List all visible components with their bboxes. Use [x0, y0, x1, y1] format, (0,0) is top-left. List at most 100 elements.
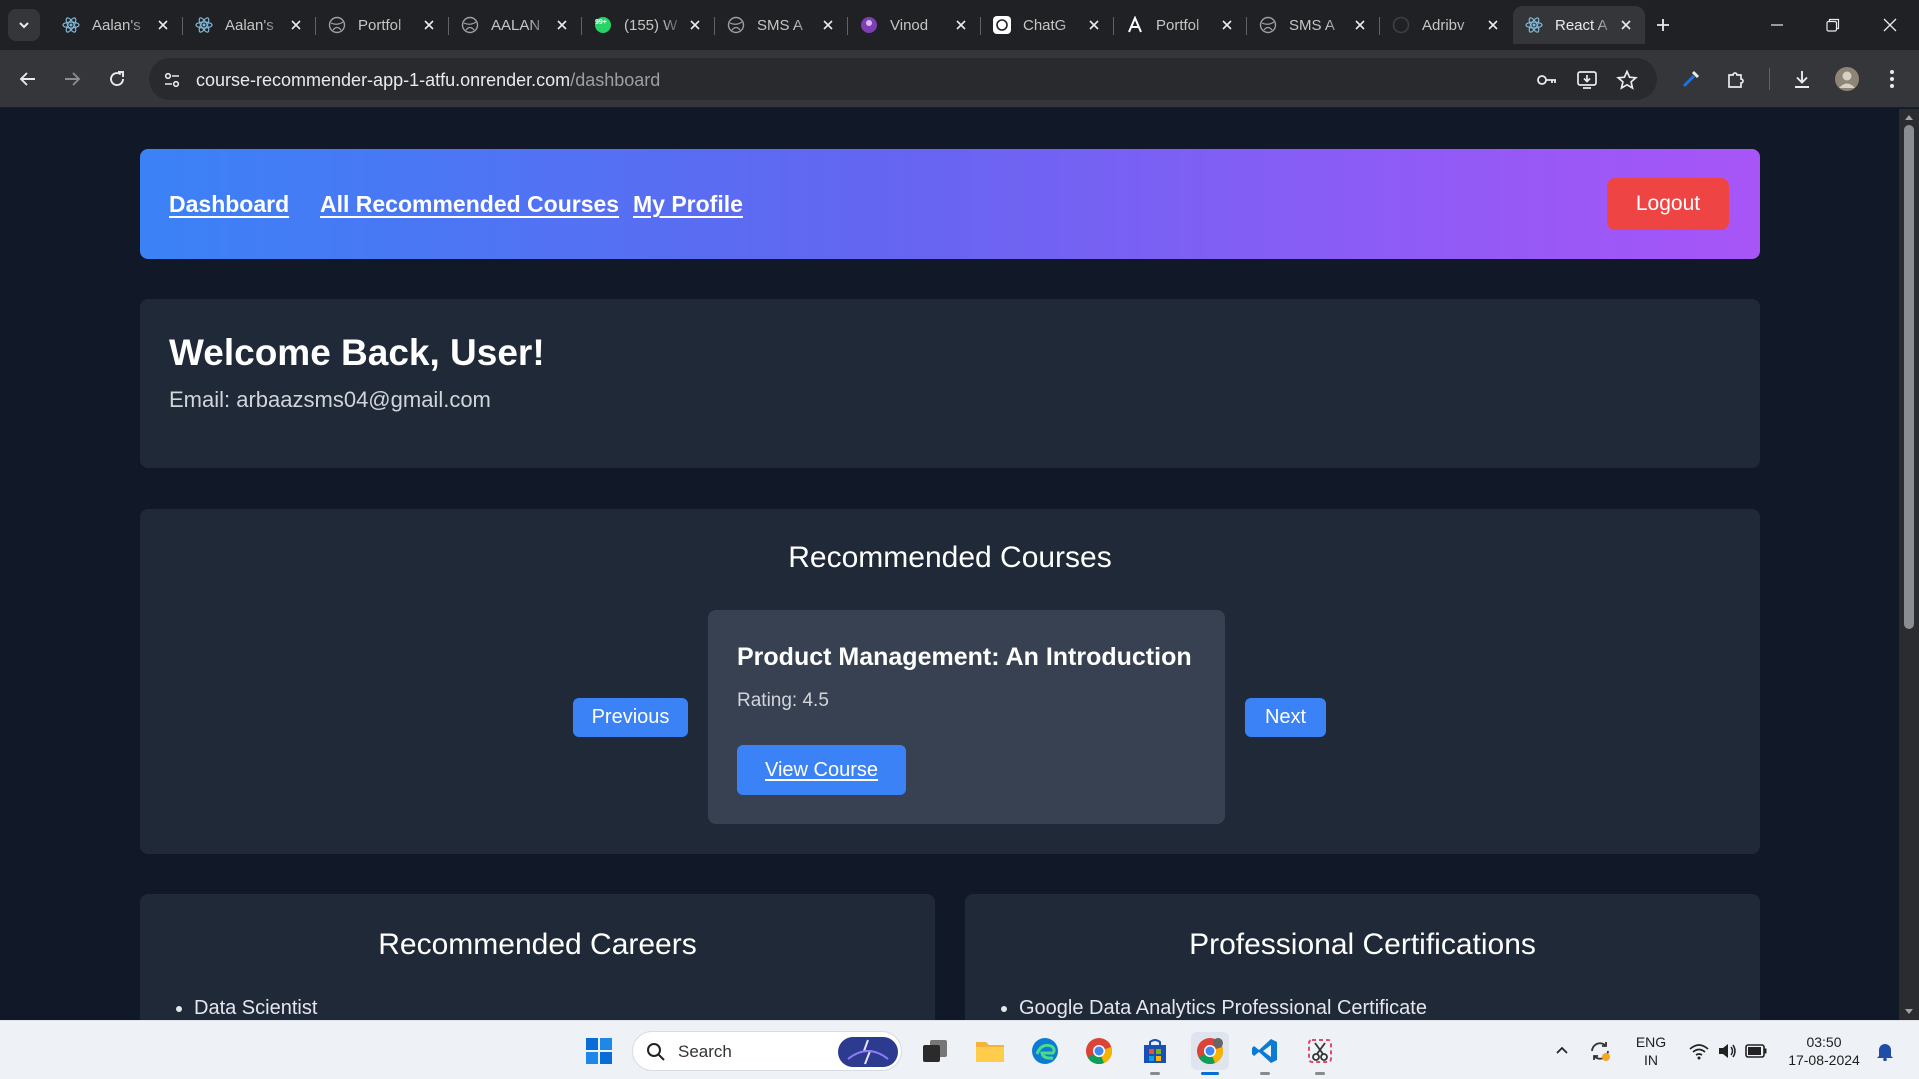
chrome-profile-button-active[interactable] — [1191, 1032, 1229, 1075]
tab-10[interactable]: Adribv — [1380, 6, 1512, 44]
close-icon[interactable] — [686, 16, 704, 34]
eyedropper-extension-button[interactable] — [1677, 65, 1705, 93]
close-icon[interactable] — [952, 16, 970, 34]
extensions-button[interactable] — [1722, 65, 1750, 93]
taskbar-search-label: Search — [678, 1042, 732, 1061]
list-item: Google Data Analytics Professional Certi… — [1001, 997, 1427, 1019]
downloads-button[interactable] — [1788, 65, 1816, 93]
new-tab-button[interactable] — [1651, 11, 1675, 39]
previous-button[interactable]: Previous — [573, 698, 688, 737]
search-icon — [647, 1043, 665, 1061]
site-info-icon[interactable] — [159, 67, 185, 93]
tab-strip: Aalan's Aalan's Portfol AALAN 99+ (155) … — [0, 0, 1919, 50]
logout-button[interactable]: Logout — [1607, 178, 1729, 230]
profile-button[interactable] — [1833, 65, 1861, 93]
back-button[interactable] — [14, 65, 42, 93]
edge-browser-button[interactable] — [1026, 1032, 1064, 1070]
next-button[interactable]: Next — [1245, 698, 1326, 737]
microsoft-store-button[interactable] — [1136, 1032, 1174, 1075]
tab-2[interactable]: Portfol — [316, 6, 449, 44]
vscode-button[interactable] — [1246, 1032, 1284, 1075]
close-icon[interactable] — [1085, 16, 1103, 34]
input-language-indicator[interactable]: ENG IN — [1628, 1033, 1674, 1069]
tab-11-active[interactable]: React A — [1513, 6, 1645, 44]
restore-button[interactable] — [1815, 8, 1851, 42]
tab-8[interactable]: Portfol — [1114, 6, 1247, 44]
user-email: Email: arbaazsms04@gmail.com — [169, 387, 491, 412]
close-icon[interactable] — [819, 16, 837, 34]
page-scrollbar[interactable] — [1899, 109, 1919, 1020]
start-button[interactable] — [580, 1032, 618, 1070]
folder-icon — [976, 1042, 1004, 1062]
tab-badge: 99+ — [595, 19, 607, 26]
reload-button[interactable] — [103, 65, 131, 93]
install-app-icon[interactable] — [1574, 67, 1600, 93]
snipping-tool-button[interactable] — [1301, 1032, 1339, 1075]
close-icon — [1883, 18, 1897, 32]
file-explorer-button[interactable] — [971, 1032, 1009, 1070]
nav-link-my-profile[interactable]: My Profile — [633, 191, 743, 218]
tab-title: Aalan's — [92, 16, 141, 34]
show-hidden-icons-button[interactable] — [1544, 1032, 1580, 1070]
section-title: Professional Certifications — [1189, 928, 1536, 961]
browser-toolbar: course-recommender-app-1-atfu.onrender.c… — [0, 50, 1919, 108]
close-icon[interactable] — [420, 16, 438, 34]
password-key-icon[interactable] — [1534, 67, 1560, 93]
close-window-button[interactable] — [1872, 8, 1908, 42]
tab-7[interactable]: ChatG — [981, 6, 1114, 44]
url-domain: course-recommender-app-1-atfu.onrender.c… — [196, 70, 571, 90]
windows-taskbar: Search ENG IN 03:50 17-08-2024 — [0, 1020, 1919, 1079]
close-icon[interactable] — [553, 16, 571, 34]
chrome-button[interactable] — [1080, 1032, 1118, 1070]
close-icon[interactable] — [1218, 16, 1236, 34]
a-logo-icon — [1126, 16, 1144, 34]
close-icon[interactable] — [1484, 16, 1502, 34]
react-icon — [62, 16, 80, 34]
taskbar-search-box[interactable]: Search — [632, 1031, 902, 1071]
page-viewport: Dashboard All Recommended Courses My Pro… — [0, 109, 1899, 1020]
bookmark-star-icon[interactable] — [1614, 67, 1640, 93]
view-course-button[interactable]: View Course — [737, 745, 906, 795]
clock[interactable]: 03:50 17-08-2024 — [1782, 1033, 1866, 1069]
minimize-icon — [1771, 24, 1783, 26]
notifications-button[interactable] — [1870, 1032, 1900, 1070]
forward-button[interactable] — [58, 65, 86, 93]
tab-1[interactable]: Aalan's — [183, 6, 316, 44]
nav-link-all-recommended-courses[interactable]: All Recommended Courses — [320, 191, 619, 218]
close-icon[interactable] — [154, 16, 172, 34]
tab-5[interactable]: SMS A — [715, 6, 848, 44]
react-icon — [1525, 16, 1543, 34]
tab-3[interactable]: AALAN — [449, 6, 582, 44]
tab-title: SMS A — [1289, 16, 1335, 34]
tab-9[interactable]: SMS A — [1247, 6, 1380, 44]
scroll-up-icon[interactable] — [1904, 112, 1914, 122]
tab-title: SMS A — [757, 16, 803, 34]
store-icon — [1144, 1039, 1166, 1063]
url-text: course-recommender-app-1-atfu.onrender.c… — [196, 70, 660, 91]
scroll-thumb[interactable] — [1904, 125, 1914, 629]
tab-title: Portfol — [1156, 16, 1200, 34]
quick-settings-button[interactable] — [1678, 1032, 1778, 1070]
tab-title: Adribv — [1422, 16, 1465, 34]
eyedropper-icon — [1682, 70, 1700, 88]
close-icon[interactable] — [1351, 16, 1369, 34]
github-icon — [1392, 16, 1410, 34]
tab-search-button[interactable] — [8, 9, 40, 41]
professional-certifications-section: Professional Certifications Google Data … — [965, 894, 1760, 1020]
close-icon[interactable] — [287, 16, 305, 34]
chrome-icon — [1086, 1038, 1113, 1065]
sync-status-button[interactable] — [1582, 1032, 1618, 1070]
minimize-button[interactable] — [1759, 8, 1795, 42]
menu-button[interactable] — [1878, 65, 1906, 93]
tab-title: Portfol — [358, 16, 402, 34]
app-navbar: Dashboard All Recommended Courses My Pro… — [140, 149, 1760, 259]
address-bar[interactable]: course-recommender-app-1-atfu.onrender.c… — [149, 58, 1657, 100]
avatar — [1835, 67, 1859, 91]
close-icon[interactable] — [1617, 16, 1635, 34]
tab-6[interactable]: Vinod — [848, 6, 981, 44]
tab-4[interactable]: 99+ (155) W — [582, 6, 715, 44]
task-view-button[interactable] — [916, 1032, 954, 1070]
tab-0[interactable]: Aalan's — [50, 6, 183, 44]
nav-link-dashboard[interactable]: Dashboard — [169, 191, 289, 218]
scroll-down-icon[interactable] — [1904, 1007, 1914, 1017]
